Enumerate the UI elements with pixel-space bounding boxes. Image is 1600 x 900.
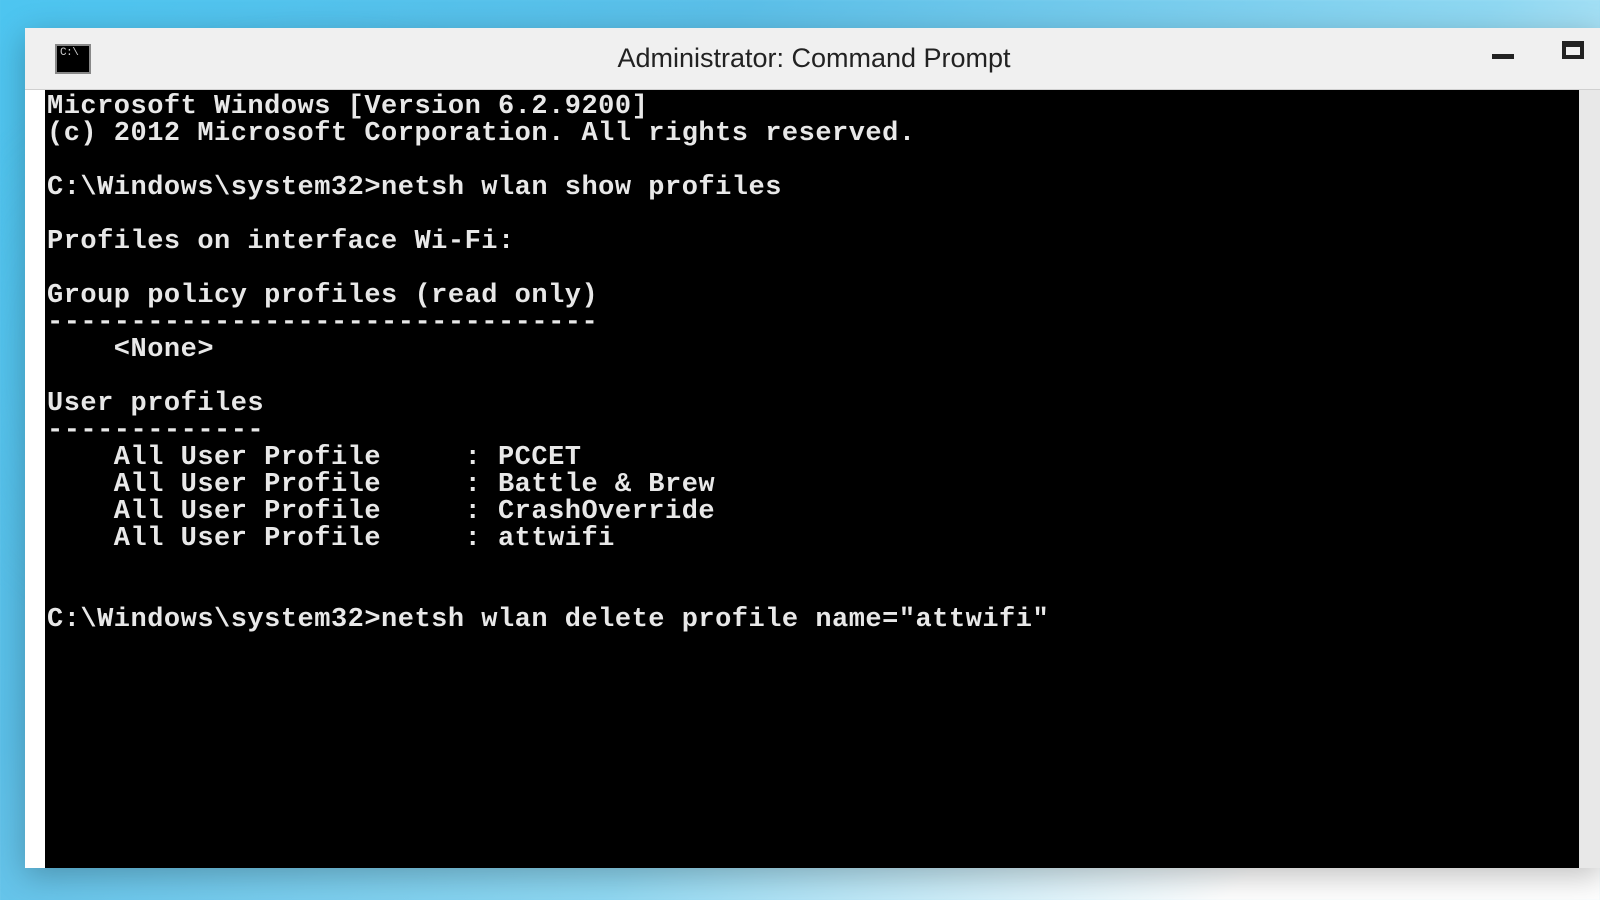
maximize-button[interactable] (1551, 32, 1595, 68)
scrollbar[interactable] (1579, 90, 1600, 868)
window-title: Administrator: Command Prompt (617, 43, 1010, 74)
cmd-icon: C:\ (55, 44, 91, 74)
maximize-icon (1562, 41, 1584, 59)
cmd-icon-text: C:\ (60, 48, 78, 59)
titlebar[interactable]: C:\ Administrator: Command Prompt (25, 28, 1600, 90)
minimize-button[interactable] (1481, 32, 1525, 68)
window-controls (1481, 32, 1595, 68)
minimize-icon (1492, 54, 1514, 59)
terminal-output[interactable]: Microsoft Windows [Version 6.2.9200] (c)… (45, 90, 1600, 868)
command-prompt-window: C:\ Administrator: Command Prompt Micros… (25, 28, 1600, 868)
